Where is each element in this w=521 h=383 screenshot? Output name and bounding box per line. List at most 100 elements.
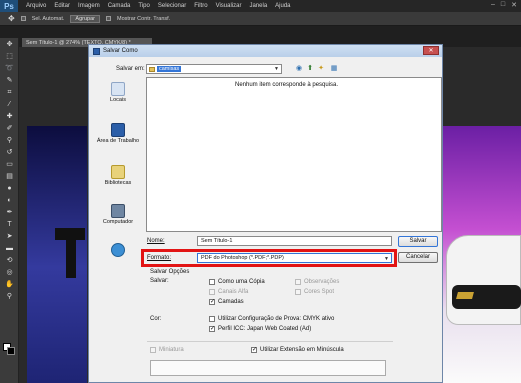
menu-camada[interactable]: Camada	[108, 3, 131, 9]
brush-icon[interactable]: ✐	[5, 124, 14, 133]
save-options-title: Salvar Opções	[150, 269, 190, 275]
hand-icon[interactable]: ✋	[5, 280, 14, 289]
menu-filtro[interactable]: Filtro	[194, 3, 207, 9]
view-menu-icon[interactable]: ▦	[330, 65, 338, 73]
group-select[interactable]: Agrupar	[70, 14, 100, 23]
auto-select-label: Sel. Automat.	[31, 15, 65, 22]
menu-editar[interactable]: Editar	[54, 3, 70, 9]
crop-icon[interactable]: ⌗	[5, 88, 14, 97]
menu-visualizar[interactable]: Visualizar	[216, 3, 242, 9]
layers-checkbox[interactable]: ✓	[209, 299, 215, 305]
icc-profile-checkbox[interactable]: ✓	[209, 326, 215, 332]
cancel-button[interactable]: Cancelar	[398, 252, 438, 263]
show-transform-checkbox[interactable]	[106, 16, 111, 21]
car-emblem	[456, 292, 474, 299]
file-name-input[interactable]: Sem Título-1	[197, 236, 392, 246]
auto-select-checkbox[interactable]	[20, 16, 26, 21]
warning-area	[150, 360, 386, 376]
save-in-value: camisas	[157, 66, 182, 72]
thumbnail-checkbox[interactable]	[150, 347, 156, 353]
photoshop-logo: Ps	[0, 0, 18, 12]
computer-icon	[111, 204, 125, 218]
desktop-icon	[111, 123, 125, 137]
healing-icon[interactable]: ✚	[5, 112, 14, 121]
proof-setup-checkbox[interactable]	[209, 316, 215, 322]
save-in-combo[interactable]: camisas ▼	[146, 64, 282, 74]
menu-janela[interactable]: Janela	[249, 3, 267, 9]
place-locais-label: Locais	[110, 97, 126, 103]
place-computer[interactable]: Computador	[95, 204, 141, 225]
eraser-icon[interactable]: ▭	[5, 160, 14, 169]
3d-orbit-icon[interactable]: ◎	[5, 268, 14, 277]
canvas-image-left	[27, 126, 87, 383]
history-brush-icon[interactable]: ↺	[5, 148, 14, 157]
save-button[interactable]: Salvar	[398, 236, 438, 247]
car-image	[446, 235, 521, 325]
alpha-channels-label: Canais Alfa	[218, 289, 249, 295]
3d-rotate-icon[interactable]: ⟲	[5, 256, 14, 265]
options-bar: ✥ Sel. Automat. Agrupar Mostrar Contr. T…	[0, 12, 521, 26]
dialog-close-button[interactable]: ✕	[423, 46, 439, 55]
dialog-title-bar[interactable]: Salvar Como	[89, 45, 442, 57]
menu-ajuda[interactable]: Ajuda	[275, 3, 290, 9]
path-select-icon[interactable]: ➤	[5, 232, 14, 241]
type-icon[interactable]: T	[5, 220, 14, 229]
alpha-channels-checkbox[interactable]	[209, 289, 215, 295]
recent-places-icon	[111, 82, 125, 96]
back-icon[interactable]: ◉	[295, 65, 303, 73]
place-desktop[interactable]: Área de Trabalho	[95, 123, 141, 144]
place-libraries-label: Bibliotecas	[104, 180, 132, 186]
window-controls: – □ ✕	[491, 1, 517, 9]
up-folder-icon[interactable]: ⬆	[306, 65, 314, 73]
close-icon[interactable]: ✕	[511, 1, 517, 9]
new-folder-icon[interactable]: ✦	[317, 65, 325, 73]
place-network[interactable]	[95, 243, 141, 258]
quick-select-icon[interactable]: ✎	[5, 76, 14, 85]
notes-checkbox[interactable]	[295, 279, 301, 285]
place-desktop-label: Área de Trabalho	[96, 138, 140, 144]
menu-arquivo[interactable]: Arquivo	[26, 3, 46, 9]
zoom-icon[interactable]: ⚲	[5, 292, 14, 301]
dodge-icon[interactable]: ◐	[5, 196, 14, 205]
file-list[interactable]: Nenhum item corresponde à pesquisa.	[146, 77, 442, 232]
folder-icon	[149, 66, 155, 72]
chevron-down-icon: ▼	[274, 66, 279, 72]
spot-colors-label: Cores Spot	[304, 289, 335, 295]
save-label: Salvar:	[150, 278, 169, 284]
eyedropper-icon[interactable]: ⁄	[5, 100, 14, 109]
menu-imagem[interactable]: Imagem	[78, 3, 100, 9]
move-icon[interactable]: ✥	[5, 40, 14, 49]
lasso-icon[interactable]: ➰	[5, 64, 14, 73]
move-tool-icon[interactable]: ✥	[8, 14, 15, 23]
pen-icon[interactable]: ✒	[5, 208, 14, 217]
place-locais[interactable]: Locais	[95, 82, 141, 103]
marquee-icon[interactable]: ⬚	[5, 52, 14, 61]
gradient-icon[interactable]: ▤	[5, 172, 14, 181]
spot-colors-checkbox[interactable]	[295, 289, 301, 295]
show-transform-label: Mostrar Contr. Transf.	[117, 15, 171, 22]
shape-icon[interactable]: ▬	[5, 244, 14, 253]
separator	[147, 341, 393, 342]
menu-selecionar[interactable]: Selecionar	[158, 3, 186, 9]
name-label: Nome:	[147, 238, 165, 244]
menu-tipo[interactable]: Tipo	[138, 3, 149, 9]
tools-panel: ✥ ⬚ ➰ ✎ ⌗ ⁄ ✚ ✐ ⚲ ↺ ▭ ▤ ● ◐ ✒ T ➤ ▬ ⟲ ◎ …	[0, 38, 19, 383]
lowercase-extension-checkbox[interactable]: ✓	[251, 347, 257, 353]
thumbnail-label: Miniatura	[159, 347, 184, 353]
place-libraries[interactable]: Bibliotecas	[95, 165, 141, 186]
libraries-icon	[111, 165, 125, 179]
clone-stamp-icon[interactable]: ⚲	[5, 136, 14, 145]
background-color-swatch[interactable]	[7, 347, 15, 355]
as-copy-label: Como uma Cópia	[218, 279, 265, 285]
photoshop-icon	[93, 47, 100, 55]
place-computer-label: Computador	[102, 219, 134, 225]
blur-icon[interactable]: ●	[5, 184, 14, 193]
icc-profile-label: Perfil ICC: Japan Web Coated (Ad)	[218, 326, 312, 332]
as-copy-checkbox[interactable]	[209, 279, 215, 285]
maximize-icon[interactable]: □	[501, 1, 505, 9]
minimize-icon[interactable]: –	[491, 1, 495, 9]
color-label: Cor:	[150, 316, 162, 322]
proof-setup-label: Utilizar Configuração de Prova: CMYK ati…	[218, 316, 335, 322]
lowercase-extension-label: Utilizar Extensão em Minúscula	[260, 347, 344, 353]
highlight-annotation	[141, 249, 397, 267]
